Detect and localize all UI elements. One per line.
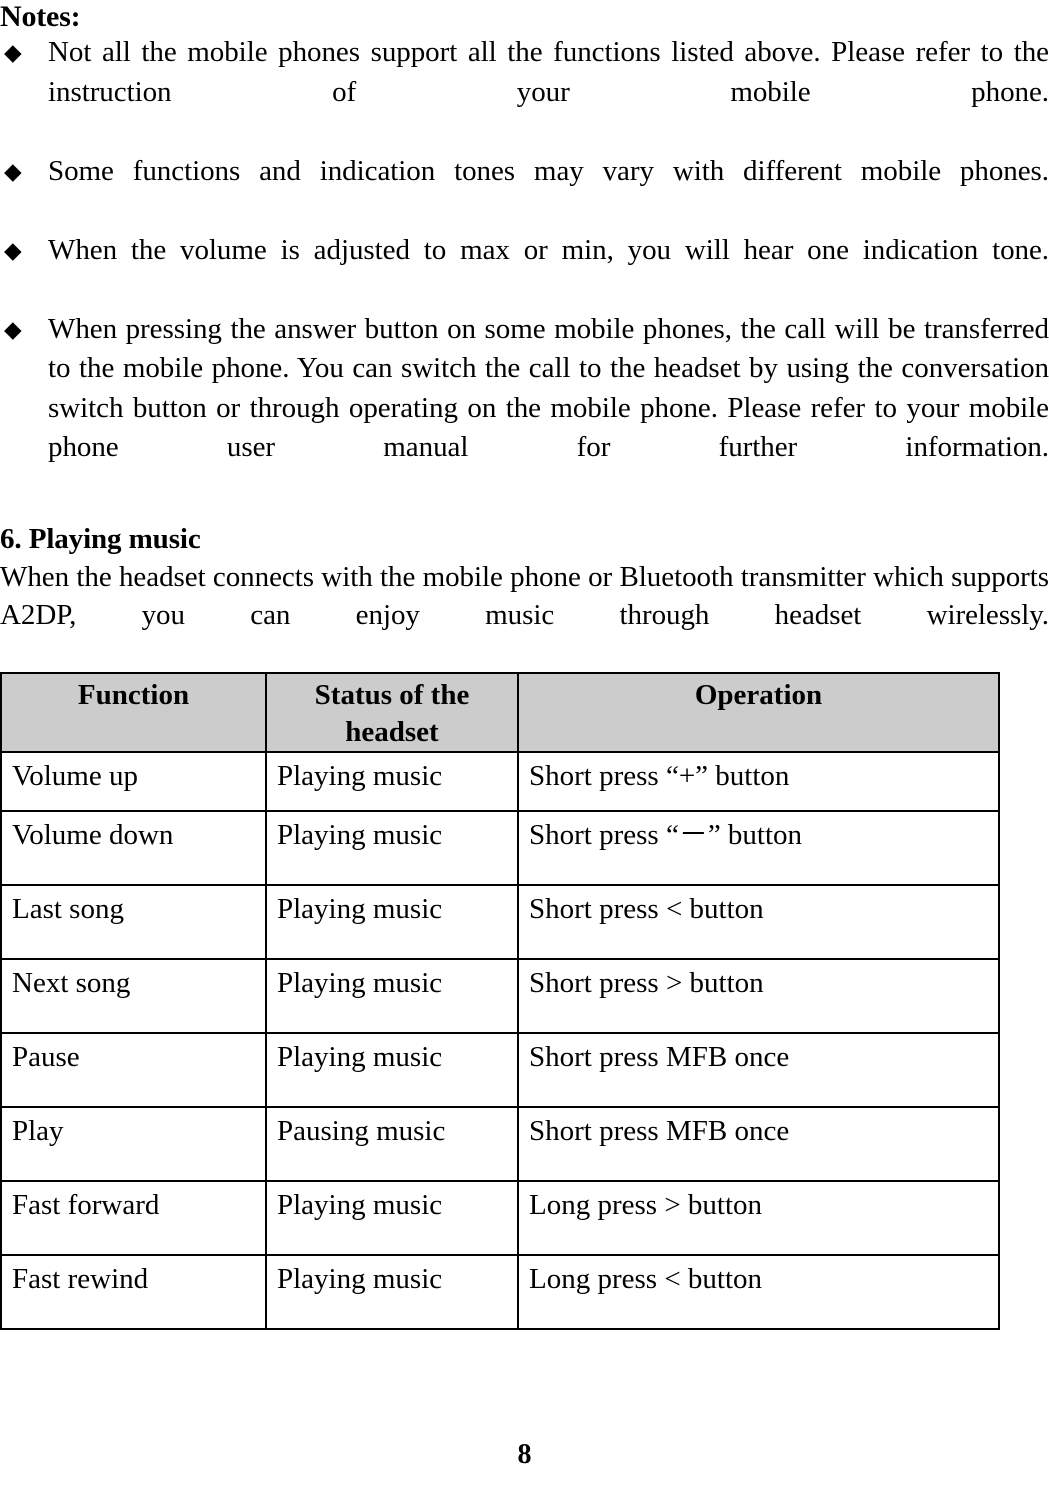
cell-operation: Long press < button <box>517 1254 1000 1330</box>
cell-function: Next song <box>0 958 267 1034</box>
diamond-bullet-icon: ◆ <box>4 316 22 342</box>
note-item: ◆ Some functions and indication tones ma… <box>0 152 1049 231</box>
table-row: Fast rewind Playing music Long press < b… <box>0 1254 1000 1330</box>
section-paragraph: When the headset connects with the mobil… <box>0 561 1049 631</box>
note-item-text: When the volume is adjusted to max or mi… <box>48 233 1049 266</box>
notes-list: ◆ Not all the mobile phones support all … <box>0 33 1049 507</box>
cell-status: Playing music <box>265 958 519 1034</box>
column-header-operation: Operation <box>517 672 1000 753</box>
note-item: ◆ Not all the mobile phones support all … <box>0 33 1049 152</box>
table-row: Volume up Playing music Short press “+” … <box>0 751 1000 812</box>
table-header-row: Function Status of the headset Operation <box>0 672 1000 753</box>
column-header-status: Status of the headset <box>265 672 519 753</box>
cell-status: Playing music <box>265 884 519 960</box>
cell-function: Last song <box>0 884 267 960</box>
table-row: Fast forward Playing music Long press > … <box>0 1180 1000 1256</box>
cell-function: Fast forward <box>0 1180 267 1256</box>
note-item-text: Not all the mobile phones support all th… <box>48 36 1049 108</box>
note-item-text: When pressing the answer button on some … <box>48 312 1049 464</box>
cell-function: Volume up <box>0 751 267 812</box>
page-number: 8 <box>517 1439 532 1470</box>
cell-status: Playing music <box>265 1032 519 1108</box>
cell-operation: Short press > button <box>517 958 1000 1034</box>
cell-operation: Short press MFB once <box>517 1106 1000 1182</box>
note-item: ◆ When the volume is adjusted to max or … <box>0 231 1049 310</box>
cell-operation: Short press “－” button <box>517 810 1000 886</box>
diamond-bullet-icon: ◆ <box>4 40 22 65</box>
cell-status: Pausing music <box>265 1106 519 1182</box>
cell-status: Playing music <box>265 751 519 812</box>
notes-heading: Notes: <box>0 0 81 33</box>
table-row: Last song Playing music Short press < bu… <box>0 884 1000 960</box>
music-operations-table: Function Status of the headset Operation… <box>0 672 1000 1330</box>
cell-function: Pause <box>0 1032 267 1108</box>
table-row: Volume down Playing music Short press “－… <box>0 810 1000 886</box>
table-header: Function Status of the headset Operation <box>0 672 1000 753</box>
diamond-bullet-icon: ◆ <box>4 158 22 184</box>
cell-operation: Short press < button <box>517 884 1000 960</box>
table-body: Volume up Playing music Short press “+” … <box>0 751 1000 1330</box>
table-row: Pause Playing music Short press MFB once <box>0 1032 1000 1108</box>
cell-status: Playing music <box>265 1254 519 1330</box>
cell-function: Fast rewind <box>0 1254 267 1330</box>
cell-operation: Short press “+” button <box>517 751 1000 812</box>
cell-operation: Short press MFB once <box>517 1032 1000 1108</box>
cell-function: Play <box>0 1106 267 1182</box>
note-item: ◆ When pressing the answer button on som… <box>0 310 1049 508</box>
vertical-spacer <box>0 507 1049 521</box>
cell-status: Playing music <box>265 1180 519 1256</box>
table-row: Play Pausing music Short press MFB once <box>0 1106 1000 1182</box>
page-content: Notes: ◆ Not all the mobile phones suppo… <box>0 0 1049 1330</box>
cell-status: Playing music <box>265 810 519 886</box>
note-item-text: Some functions and indication tones may … <box>48 154 1049 187</box>
document-page: Notes: ◆ Not all the mobile phones suppo… <box>0 0 1049 1493</box>
column-header-function: Function <box>0 672 267 753</box>
diamond-bullet-icon: ◆ <box>4 237 22 263</box>
table-row: Next song Playing music Short press > bu… <box>0 958 1000 1034</box>
cell-operation: Long press > button <box>517 1180 1000 1256</box>
cell-function: Volume down <box>0 810 267 886</box>
section-heading: 6. Playing music <box>0 523 201 555</box>
